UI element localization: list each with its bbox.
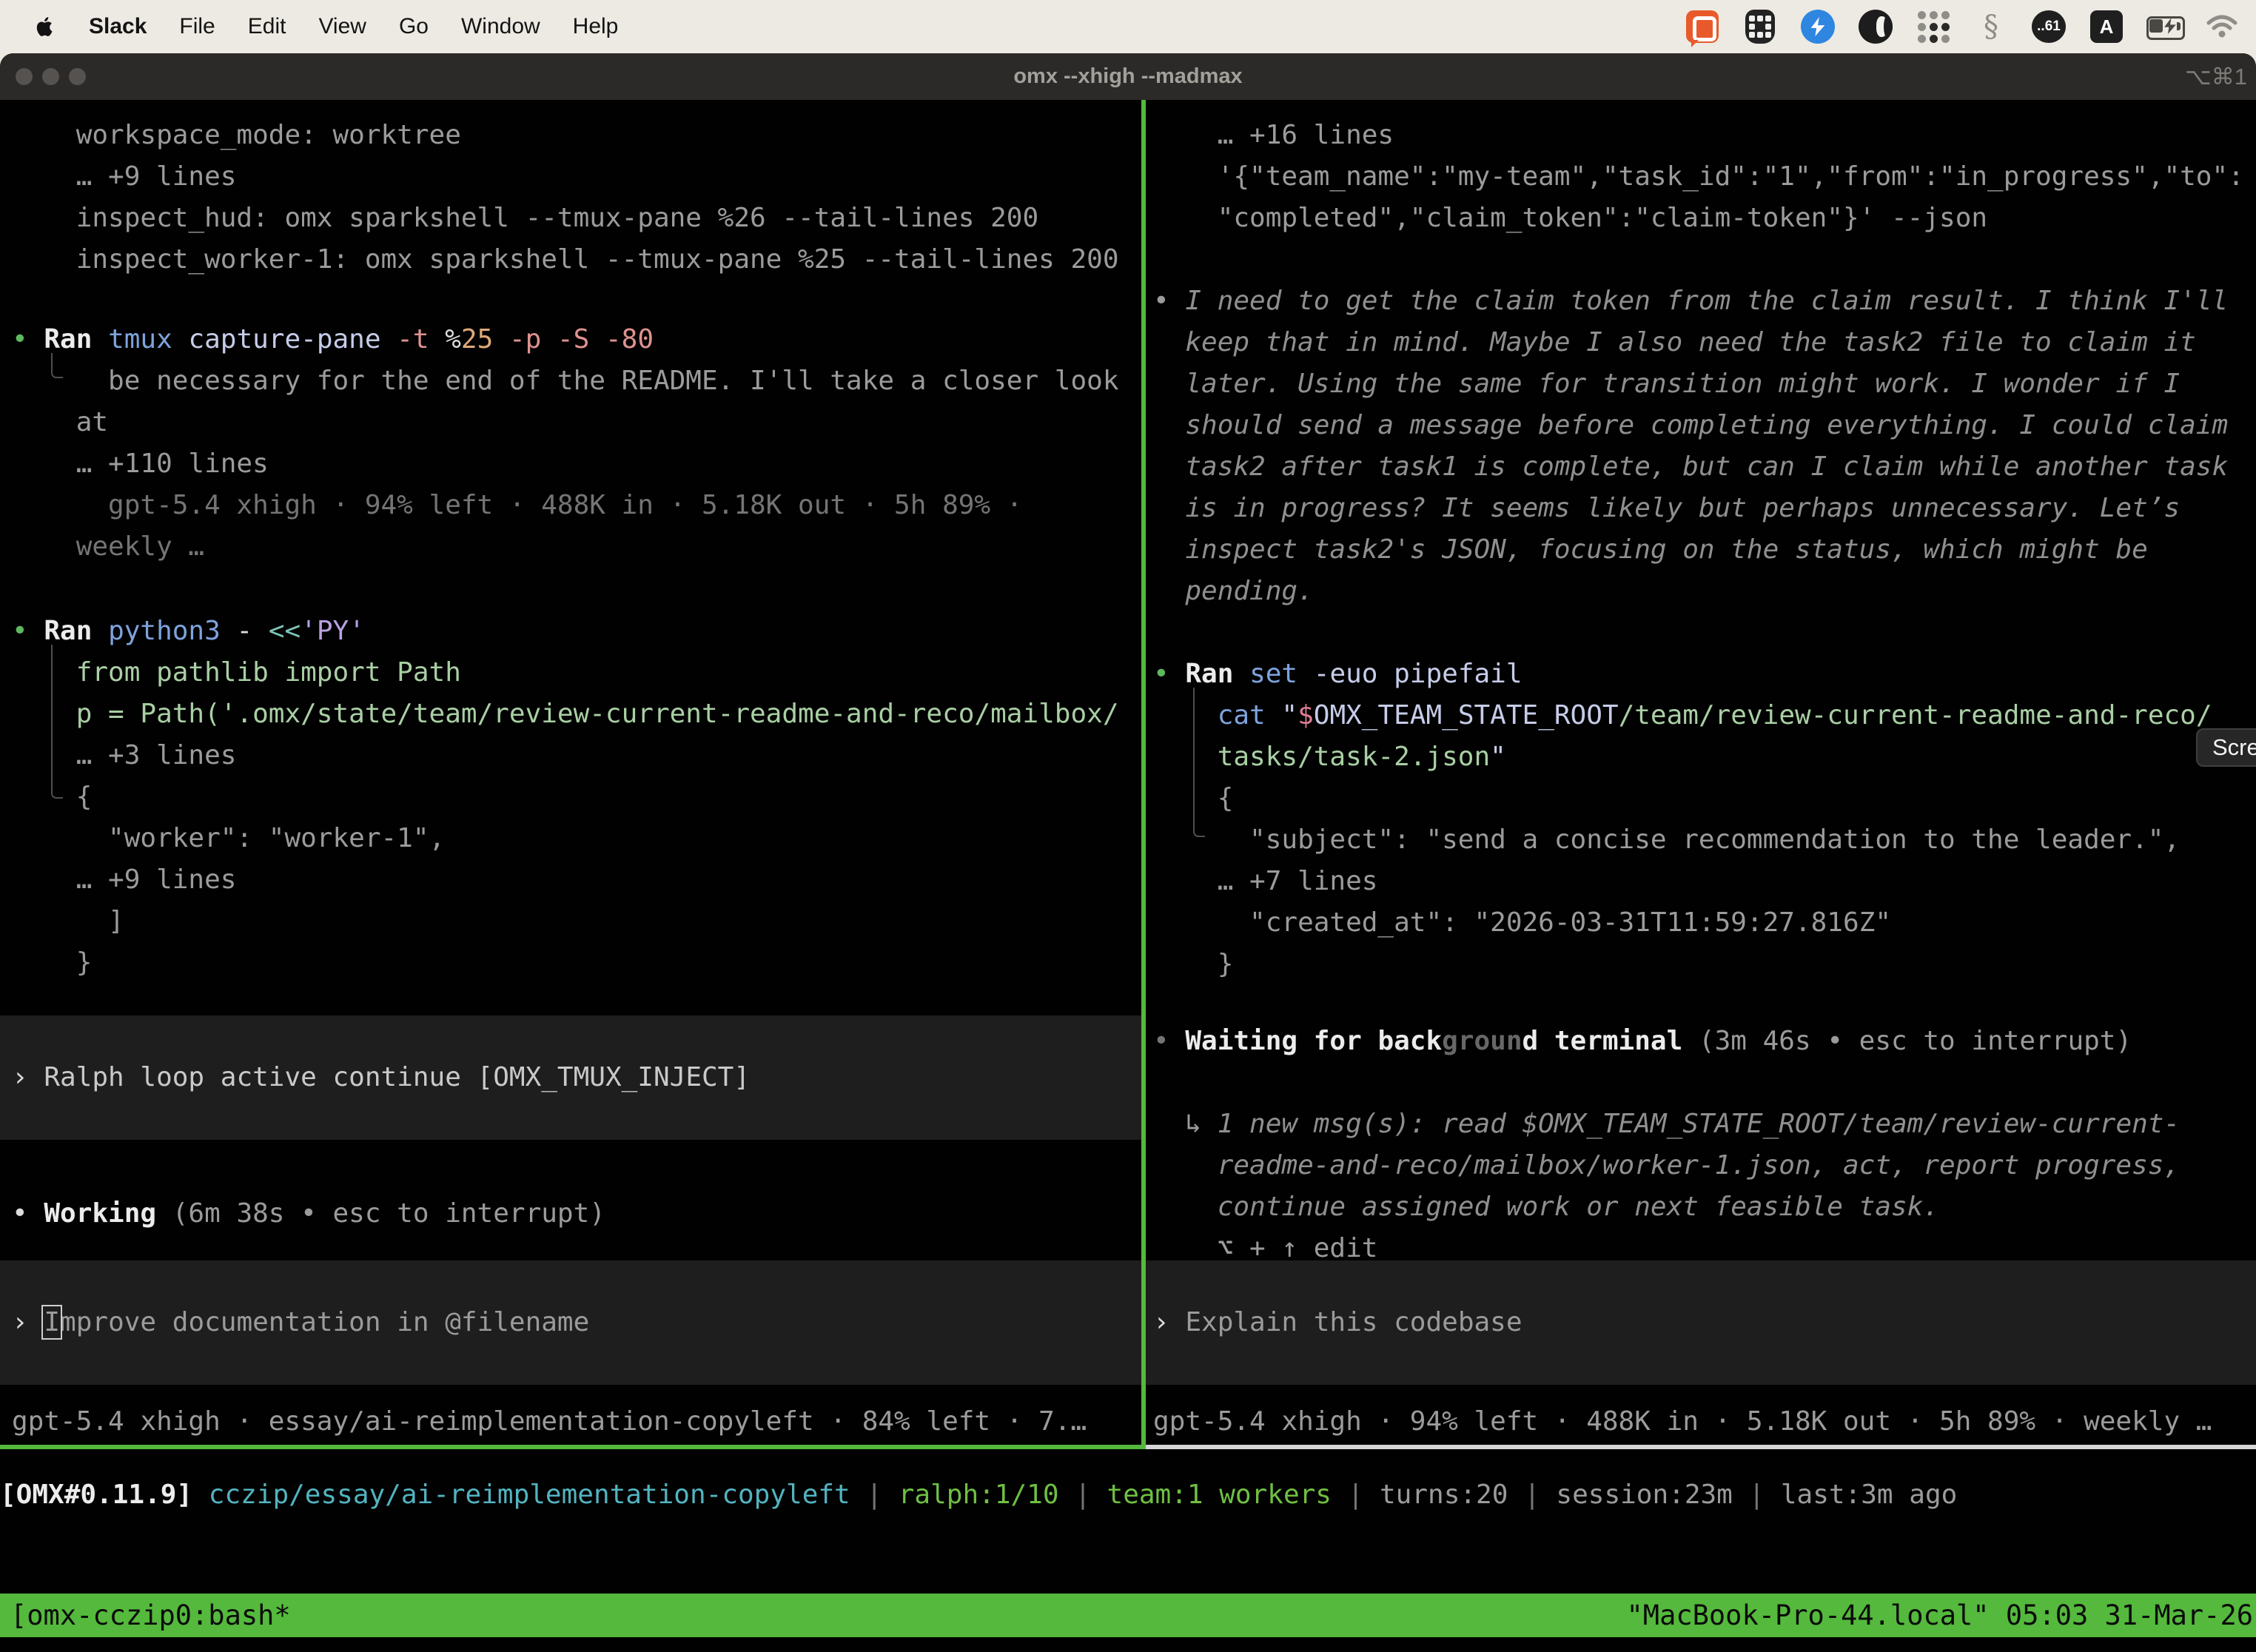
menu-status-icons: § ..61 A (1685, 9, 2240, 44)
battery-icon[interactable] (2146, 9, 2182, 44)
overlay-tooltip: Scre (2196, 728, 2256, 767)
terminal-line: › Improve documentation in @filename (0, 1302, 589, 1343)
menu-item-go[interactable]: Go (399, 14, 429, 39)
terminal-line: inspect_hud: omx sparkshell --tmux-pane … (0, 198, 1141, 239)
pane-left[interactable]: workspace_mode: worktree … +9 lines insp… (0, 100, 1141, 1445)
menu-item-help[interactable]: Help (573, 14, 619, 39)
log-intro: workspace_mode: worktree … +9 lines insp… (0, 115, 1141, 281)
terminal-line: workspace_mode: worktree (0, 115, 1141, 156)
terminal-line: [OMX#0.11.9] cczip/essay/ai-reimplementa… (0, 1474, 1957, 1516)
terminal-line: inspect task2's JSON, focusing on the st… (1146, 529, 2256, 571)
menu-item-edit[interactable]: Edit (248, 14, 286, 39)
window-title-bar[interactable]: omx --xhigh --madmax ⌥⌘1 (0, 53, 2256, 100)
terminal-line: keep that in mind. Maybe I also need the… (1146, 322, 2256, 363)
terminal-line: "completed","claim_token":"claim-token"}… (1146, 198, 2256, 239)
terminal-line: gpt-5.4 xhigh · 94% left · 488K in · 5.1… (0, 485, 1141, 526)
terminal-line: at (0, 402, 1141, 443)
window-shortcut-hint: ⌥⌘1 (2185, 53, 2247, 100)
menu-bar: Slack File Edit View Go Window Help § ..… (0, 0, 2256, 53)
terminal-line: … +9 lines (0, 859, 1141, 901)
chat-icon[interactable] (1685, 9, 1720, 44)
waiting-status: • Waiting for background terminal (3m 46… (1146, 1021, 2256, 1269)
terminal-line: "created_at": "2026-03-31T11:59:27.816Z" (1146, 902, 2256, 944)
tmux-session-name[interactable]: [omx-cczip0:bash* (10, 1594, 291, 1637)
terminal-line: ] (0, 901, 1141, 942)
terminal-line: is in progress? It seems likely but perh… (1146, 488, 2256, 529)
below-bar-strip (0, 1637, 2256, 1652)
terminal-line: } (1146, 944, 2256, 985)
working-status: • Working (6m 38s • esc to interrupt) (0, 1193, 1141, 1235)
dots-grid-icon[interactable] (1916, 9, 1951, 44)
log-cat-command: • Ran set -euo pipefail cat "$OMX_TEAM_S… (1146, 654, 2256, 985)
terminal-content: workspace_mode: worktree … +9 lines insp… (0, 100, 2256, 1449)
session-status-left: gpt-5.4 xhigh · essay/ai-reimplementatio… (0, 1401, 1141, 1443)
window-title: omx --xhigh --madmax (0, 53, 2256, 100)
terminal-line: should send a message before completing … (1146, 405, 2256, 446)
terminal-line: … +3 lines (0, 735, 1141, 776)
terminal-line: • Ran tmux capture-pane -t %25 -p -S -80 (0, 319, 1141, 360)
log-json-tail: … +16 lines '{"team_name":"my-team","tas… (1146, 115, 2256, 239)
terminal-line: … +7 lines (1146, 861, 2256, 902)
squiggle-icon[interactable]: § (1973, 9, 2009, 44)
terminal-line: } (0, 942, 1141, 984)
terminal-line (1146, 1062, 2256, 1104)
log-tmux-command: • Ran tmux capture-pane -t %25 -p -S -80… (0, 319, 1141, 568)
crescent-icon[interactable] (1858, 9, 1893, 44)
terminal-line: … +16 lines (1146, 115, 2256, 156)
session-status-right: gpt-5.4 xhigh · 94% left · 488K in · 5.1… (1146, 1401, 2256, 1443)
terminal-line: › Explain this codebase (1146, 1302, 1523, 1343)
terminal-line: › Ralph loop active continue [OMX_TMUX_I… (0, 1057, 750, 1098)
terminal-line: { (1146, 778, 2256, 819)
terminal-line: p = Path('.omx/state/team/review-current… (0, 694, 1141, 735)
terminal-line: { (0, 776, 1141, 818)
terminal-line: gpt-5.4 xhigh · essay/ai-reimplementatio… (0, 1401, 1141, 1443)
terminal-line: from pathlib import Path (0, 652, 1141, 694)
terminal-line: inspect_worker-1: omx sparkshell --tmux-… (0, 239, 1141, 281)
pane-right[interactable]: … +16 lines '{"team_name":"my-team","tas… (1146, 100, 2256, 1445)
terminal-line: "subject": "send a concise recommendatio… (1146, 819, 2256, 861)
wifi-icon[interactable] (2204, 9, 2240, 44)
terminal-line: task2 after task1 is complete, but can I… (1146, 446, 2256, 488)
tmux-host-clock: "MacBook-Pro-44.local" 05:03 31-Mar-26 (1627, 1594, 2253, 1637)
input-source-icon[interactable]: A (2089, 9, 2124, 44)
desktop: { "menu_bar": { "app_name": "Slack", "me… (0, 0, 2256, 1652)
terminal-line: "worker": "worker-1", (0, 818, 1141, 859)
terminal-line: … +9 lines (0, 156, 1141, 198)
terminal-line: be necessary for the end of the README. … (0, 360, 1141, 402)
terminal-line: gpt-5.4 xhigh · 94% left · 488K in · 5.1… (1146, 1401, 2256, 1443)
terminal-line: tasks/task-2.json" (1146, 736, 2256, 778)
prompt-input-left[interactable]: › Improve documentation in @filename (0, 1260, 1141, 1385)
terminal-line: • Waiting for background terminal (3m 46… (1146, 1021, 2256, 1062)
omx-status-area: [OMX#0.11.9] cczip/essay/ai-reimplementa… (0, 1449, 2256, 1594)
terminal-line: ↳ 1 new msg(s): read $OMX_TEAM_STATE_ROO… (1146, 1104, 2256, 1145)
terminal-window: omx --xhigh --madmax ⌥⌘1 workspace_mode:… (0, 53, 2256, 1652)
ralph-banner: › Ralph loop active continue [OMX_TMUX_I… (0, 1015, 1141, 1140)
terminal-line: pending. (1146, 571, 2256, 612)
apple-menu-icon[interactable] (34, 12, 59, 41)
bolt-badge-icon[interactable] (1800, 9, 1836, 44)
prompt-input-right[interactable]: › Explain this codebase (1146, 1260, 2256, 1385)
log-python-command: • Ran python3 - <<'PY' from pathlib impo… (0, 611, 1141, 984)
terminal-line: • Ran set -euo pipefail (1146, 654, 2256, 695)
menu-app-name[interactable]: Slack (89, 14, 147, 39)
terminal-line: '{"team_name":"my-team","task_id":"1","f… (1146, 156, 2256, 198)
menu-item-window[interactable]: Window (461, 14, 540, 39)
omx-status-line: [OMX#0.11.9] cczip/essay/ai-reimplementa… (0, 1474, 1957, 1516)
menu-item-file[interactable]: File (179, 14, 215, 39)
terminal-line: continue assigned work or next feasible … (1146, 1186, 2256, 1228)
menu-item-view[interactable]: View (318, 14, 366, 39)
terminal-line: weekly … (0, 526, 1141, 568)
terminal-line: • Ran python3 - <<'PY' (0, 611, 1141, 652)
thinking-paragraph: • I need to get the claim token from the… (1146, 281, 2256, 612)
terminal-line: later. Using the same for transition mig… (1146, 363, 2256, 405)
tmux-status-bar: [omx-cczip0:bash* "MacBook-Pro-44.local"… (0, 1594, 2256, 1637)
shield-grid-icon[interactable] (1742, 9, 1778, 44)
count-badge-icon[interactable]: ..61 (2031, 9, 2067, 44)
terminal-line: • I need to get the claim token from the… (1146, 281, 2256, 322)
terminal-line: readme-and-reco/mailbox/worker-1.json, a… (1146, 1145, 2256, 1186)
terminal-line: … +110 lines (0, 443, 1141, 485)
terminal-line: cat "$OMX_TEAM_STATE_ROOT/team/review-cu… (1146, 695, 2256, 736)
terminal-line: • Working (6m 38s • esc to interrupt) (0, 1193, 1141, 1235)
